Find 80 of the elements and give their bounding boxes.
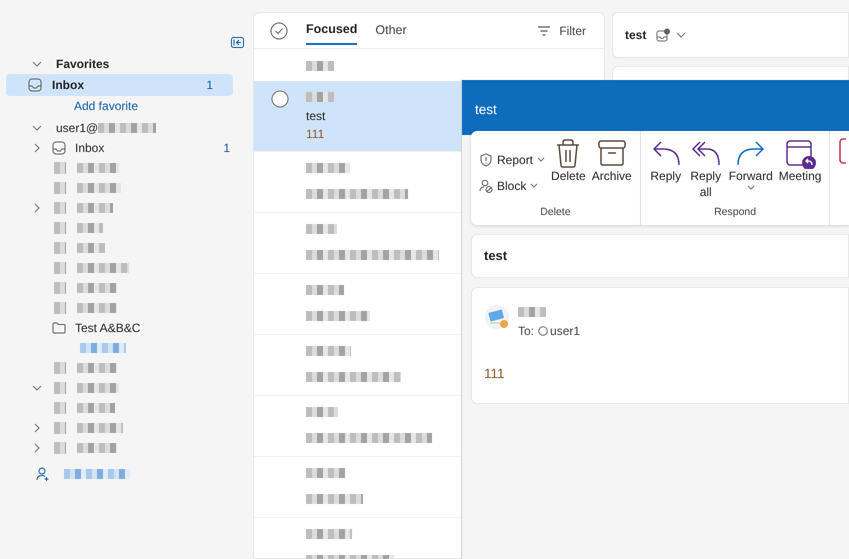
to-label: To: xyxy=(518,323,534,340)
select-all-icon xyxy=(270,22,288,40)
redacted-icon xyxy=(54,242,66,254)
message-subject: test xyxy=(484,247,508,266)
add-person-icon xyxy=(36,466,50,482)
shield-icon xyxy=(479,153,493,167)
section-header[interactable]: Favorites xyxy=(56,55,110,73)
redacted-icon xyxy=(54,282,66,294)
redacted-text xyxy=(77,283,117,293)
filter-icon xyxy=(537,26,552,36)
redacted-icon xyxy=(54,362,66,374)
conversation-subject: test xyxy=(625,27,646,44)
redacted-icon xyxy=(54,442,66,454)
mail-status-icon xyxy=(656,28,670,42)
redacted-text xyxy=(64,469,130,479)
ribbon-button[interactable]: Report xyxy=(477,149,548,171)
ribbon-button[interactable]: Reply xyxy=(646,135,685,187)
inbox-icon xyxy=(28,78,42,92)
inbox-icon xyxy=(52,141,66,155)
redacted-icon xyxy=(54,422,66,434)
redacted-text xyxy=(306,285,344,295)
person-block-icon xyxy=(479,179,493,193)
redacted-icon xyxy=(54,162,66,174)
redacted-text xyxy=(306,407,338,417)
redacted-text xyxy=(306,92,334,102)
redacted-icon xyxy=(54,382,66,394)
redacted-text xyxy=(306,224,337,234)
redacted-text xyxy=(306,346,351,356)
redacted-text xyxy=(77,203,113,213)
presence-icon xyxy=(538,326,548,336)
ribbon-button[interactable]: Meeting xyxy=(776,135,824,187)
folder-icon xyxy=(52,321,66,335)
chevron-down-icon xyxy=(676,30,686,40)
redacted-text xyxy=(77,223,103,233)
redacted-text xyxy=(306,311,370,321)
folder-label: Inbox xyxy=(52,77,84,94)
folder-item[interactable]: Inbox 1 xyxy=(52,139,250,157)
redacted-text xyxy=(306,163,350,173)
redacted-text xyxy=(77,263,129,273)
redacted-text xyxy=(77,443,117,453)
ribbon-button[interactable]: Forward xyxy=(726,135,775,193)
redacted-text xyxy=(306,529,352,539)
redacted-icon xyxy=(54,182,66,194)
folder-item[interactable]: Inbox 1 xyxy=(6,74,233,96)
redacted-text xyxy=(518,307,546,317)
group-label: Respond xyxy=(713,205,758,220)
redacted-text xyxy=(77,183,121,193)
redacted-text xyxy=(306,494,363,504)
tab[interactable]: Other xyxy=(375,17,407,44)
folder-item[interactable]: Test A&B&C xyxy=(52,319,250,337)
ribbon-button[interactable]: Reply all xyxy=(686,135,725,202)
redacted-text xyxy=(80,343,126,353)
redacted-icon xyxy=(54,202,66,214)
account-name[interactable]: user1@ xyxy=(56,119,98,137)
message-preview: 111 xyxy=(306,127,324,141)
redacted-text xyxy=(77,163,119,173)
redacted-icon xyxy=(54,222,66,234)
redacted-text xyxy=(77,423,123,433)
redacted-text xyxy=(98,123,156,133)
message-subject: test xyxy=(306,109,326,123)
redacted-icon xyxy=(54,402,66,414)
add-favorite-link[interactable]: Add favorite xyxy=(74,97,138,115)
ribbon-button[interactable]: Block xyxy=(477,175,548,197)
select-circle-icon xyxy=(271,90,289,108)
tab[interactable]: Focused xyxy=(306,16,358,45)
collapse-pane-icon xyxy=(231,37,244,48)
redacted-text xyxy=(77,383,119,393)
redacted-text xyxy=(77,243,105,253)
filter-button[interactable]: Filter xyxy=(531,20,592,40)
redacted-text xyxy=(306,468,345,478)
redacted-text xyxy=(77,303,117,313)
redacted-text xyxy=(77,363,117,373)
redacted-icon xyxy=(54,302,66,314)
group-label: Delete xyxy=(539,205,572,220)
redacted-text xyxy=(77,403,115,413)
redacted-text xyxy=(306,61,334,71)
window-title: test xyxy=(462,80,849,135)
redacted-icon xyxy=(54,262,66,274)
message-body: 111 xyxy=(484,365,506,383)
recipient-name[interactable]: user1 xyxy=(550,322,580,340)
